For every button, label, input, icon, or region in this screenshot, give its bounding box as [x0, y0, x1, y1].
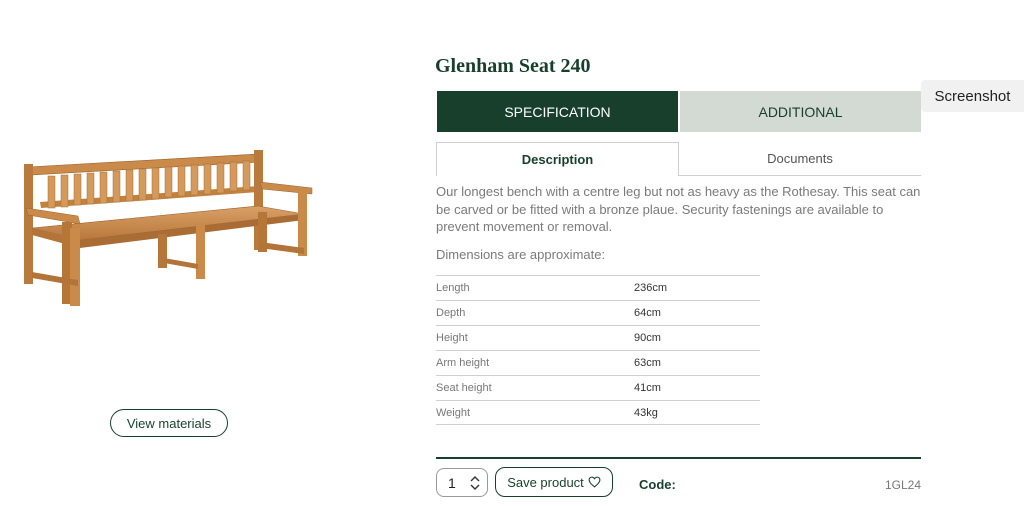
dimensions-heading: Dimensions are approximate:	[436, 247, 606, 262]
heart-icon	[588, 476, 601, 488]
table-row: Seat height 41cm	[436, 375, 760, 400]
dimension-value: 41cm	[634, 382, 661, 394]
product-title: Glenham Seat 240	[435, 55, 591, 77]
table-row: Height 90cm	[436, 325, 760, 350]
quantity-value: 1	[448, 474, 456, 491]
stepper-arrows-icon[interactable]	[469, 474, 481, 492]
view-materials-button[interactable]: View materials	[110, 409, 228, 437]
divider	[436, 457, 921, 459]
table-row: Weight 43kg	[436, 400, 760, 425]
dimensions-table: Length 236cm Depth 64cm Height 90cm Arm …	[436, 275, 760, 425]
code-label: Code:	[639, 477, 676, 492]
table-row: Length 236cm	[436, 275, 760, 300]
screenshot-overlay-label[interactable]: Screenshot	[921, 80, 1024, 112]
save-product-label: Save product	[507, 474, 584, 490]
dimension-label: Seat height	[436, 382, 492, 394]
dimension-value: 64cm	[634, 307, 661, 319]
dimension-value: 43kg	[634, 406, 658, 419]
table-row: Arm height 63cm	[436, 350, 760, 375]
dimension-label: Weight	[436, 406, 471, 419]
product-code: 1GL24	[884, 478, 921, 492]
tab-additional[interactable]: ADDITIONAL	[680, 91, 921, 132]
product-image-column: View materials	[0, 0, 340, 506]
dimension-label: Arm height	[436, 357, 490, 369]
tab-documents[interactable]: Documents	[679, 142, 921, 176]
dimension-value: 236cm	[634, 282, 668, 294]
product-image	[24, 150, 313, 306]
dimension-label: Length	[436, 282, 470, 294]
dimension-label: Height	[436, 332, 468, 344]
product-description: Our longest bench with a centre leg but …	[436, 184, 921, 234]
dimension-value: 63cm	[634, 357, 661, 369]
save-product-button[interactable]: Save product	[495, 467, 613, 497]
tab-description[interactable]: Description	[436, 142, 679, 176]
tab-specification[interactable]: SPECIFICATION	[437, 91, 678, 132]
dimension-value: 90cm	[634, 332, 661, 344]
quantity-stepper[interactable]: 1	[436, 468, 488, 497]
table-row: Depth 64cm	[436, 300, 760, 325]
dimension-label: Depth	[436, 307, 466, 319]
sub-tab-bar: Description Documents	[436, 142, 921, 176]
